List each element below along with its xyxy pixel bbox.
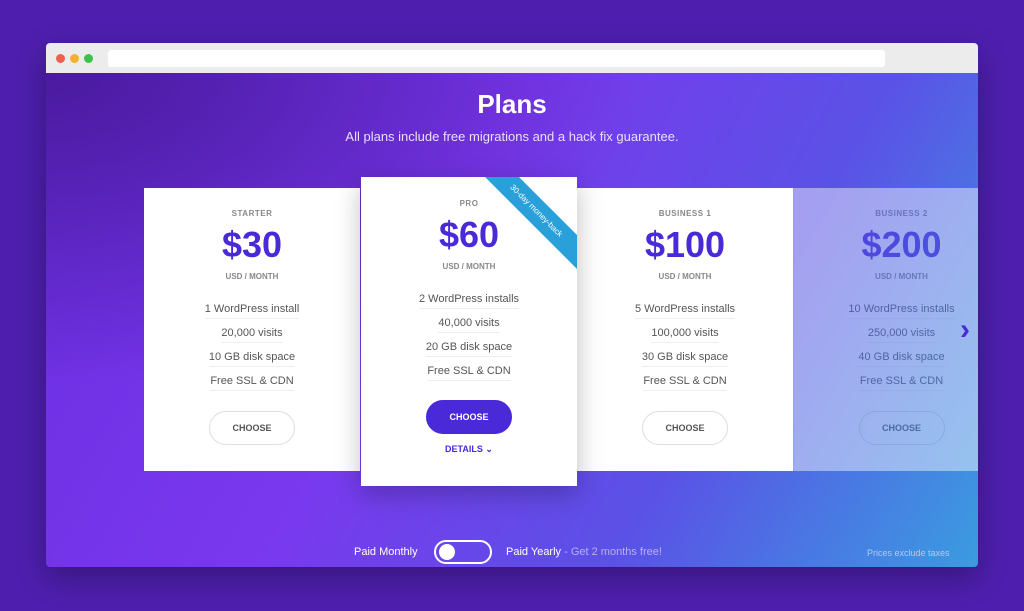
details-link[interactable]: DETAILS ⌄ [361, 444, 577, 455]
plan-price: $30 [221, 224, 283, 265]
plan-card-business-1: BUSINESS 1 $100 USD / MONTH 5 WordPress … [577, 188, 793, 471]
feature: 10 GB disk space [208, 348, 296, 367]
plan-card-starter: STARTER $30 USD / MONTH 1 WordPress inst… [144, 188, 360, 471]
plan-unit: USD / MONTH [658, 272, 712, 281]
taxes-note: Prices exclude taxes [867, 548, 950, 558]
feature: 40 GB disk space [858, 348, 945, 367]
choose-button[interactable]: CHOOSE [858, 411, 945, 445]
feature: 30 GB disk space [641, 348, 729, 367]
paid-monthly-label[interactable]: Paid Monthly [354, 546, 418, 558]
maximize-dot-icon[interactable] [84, 54, 93, 63]
feature: Free SSL & CDN [210, 372, 294, 391]
yearly-note: - Get 2 months free! [561, 546, 662, 558]
close-dot-icon[interactable] [56, 54, 65, 63]
plan-unit: USD / MONTH [442, 262, 496, 271]
feature: 1 WordPress install [204, 300, 300, 319]
plan-name: STARTER [231, 209, 273, 218]
plan-name: BUSINESS 1 [658, 209, 712, 218]
toggle-knob [439, 544, 455, 560]
choose-button[interactable]: CHOOSE [209, 411, 295, 445]
pricing-section: Plans All plans include free migrations … [46, 73, 978, 567]
choose-button[interactable]: CHOOSE [426, 400, 512, 434]
browser-titlebar [46, 43, 978, 73]
feature: 20 GB disk space [425, 338, 513, 357]
feature: 40,000 visits [438, 314, 500, 333]
feature: 100,000 visits [651, 324, 719, 343]
chevron-down-icon: ⌄ [485, 444, 493, 454]
feature: 250,000 visits [867, 324, 936, 343]
feature: 2 WordPress installs [418, 290, 520, 309]
plan-unit: USD / MONTH [225, 272, 279, 281]
paid-yearly-label[interactable]: Paid Yearly - Get 2 months free! [506, 546, 662, 558]
page-subtitle: All plans include free migrations and a … [345, 129, 679, 144]
plan-card-pro: 30-day money-back PRO $60 USD / MONTH 2 … [361, 177, 577, 486]
choose-button[interactable]: CHOOSE [642, 411, 728, 445]
feature: Free SSL & CDN [427, 362, 511, 381]
browser-window: Plans All plans include free migrations … [46, 43, 978, 567]
feature: 20,000 visits [221, 324, 283, 343]
plan-name: BUSINESS 2 [875, 209, 928, 218]
feature: Free SSL & CDN [859, 372, 944, 391]
feature: 5 WordPress installs [634, 300, 736, 319]
page-title: Plans [477, 89, 547, 119]
address-bar[interactable] [108, 50, 885, 67]
plan-unit: USD / MONTH [875, 272, 928, 281]
paid-yearly-text: Paid Yearly [506, 546, 562, 558]
feature: Free SSL & CDN [643, 372, 727, 391]
plan-price: $200 [861, 224, 942, 265]
plan-card-business-2: BUSINESS 2 $200 USD / MONTH 10 WordPress… [793, 188, 978, 471]
plan-price: $100 [644, 224, 726, 265]
details-label: DETAILS [445, 444, 483, 454]
billing-toggle[interactable] [434, 540, 492, 564]
minimize-dot-icon[interactable] [70, 54, 79, 63]
chevron-right-icon[interactable]: › [960, 313, 970, 347]
feature: 10 WordPress installs [848, 300, 955, 319]
